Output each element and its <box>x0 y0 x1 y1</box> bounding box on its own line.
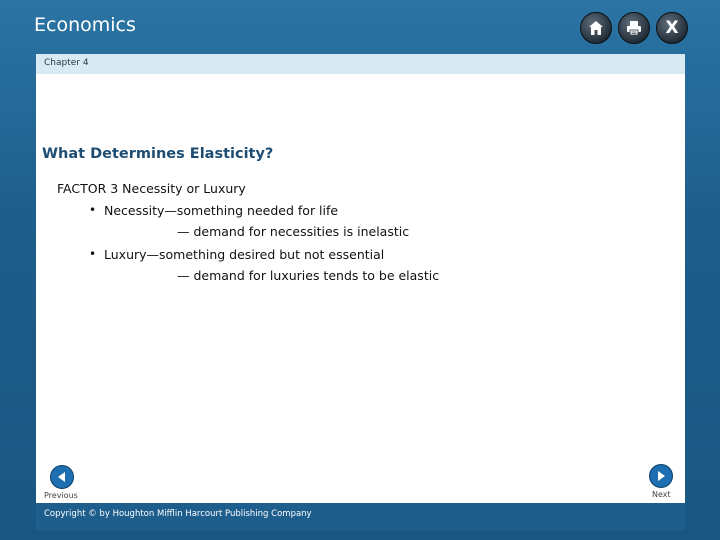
chapter-label: Chapter 4 <box>44 58 89 68</box>
list-item: Necessity—something needed for life <box>104 203 339 218</box>
arrow-left-icon <box>58 472 65 482</box>
close-icon: X <box>665 18 679 38</box>
slide-frame: Economics X Chapter 4 What Determines El… <box>0 0 720 540</box>
previous-button[interactable] <box>50 465 74 489</box>
slide-content: What Determines Elasticity? FACTOR 3 Nec… <box>36 74 685 503</box>
arrow-right-icon <box>658 471 665 481</box>
chapter-bar: Chapter 4 <box>36 54 685 74</box>
header-icons: X <box>580 12 688 44</box>
bullet-icon: • <box>89 203 97 217</box>
list-subitem: — demand for luxuries tends to be elasti… <box>177 268 440 283</box>
list-item: Luxury—something desired but not essenti… <box>104 247 385 262</box>
slide-heading: What Determines Elasticity? <box>42 146 274 162</box>
print-icon <box>627 21 641 36</box>
footer-bar: Copyright © by Houghton Mifflin Harcourt… <box>36 503 685 530</box>
next-button[interactable] <box>649 464 673 488</box>
app-title: Economics <box>34 14 136 36</box>
home-button[interactable] <box>580 12 612 44</box>
print-button[interactable] <box>618 12 650 44</box>
copyright-text: Copyright © by Houghton Mifflin Harcourt… <box>44 509 312 519</box>
close-button[interactable]: X <box>656 12 688 44</box>
previous-label[interactable]: Previous <box>44 491 78 500</box>
bullet-icon: • <box>89 247 97 261</box>
list-subitem: — demand for necessities is inelastic <box>177 224 410 239</box>
home-icon <box>589 21 603 35</box>
factor-title: FACTOR 3 Necessity or Luxury <box>57 181 246 196</box>
next-label[interactable]: Next <box>652 490 671 499</box>
